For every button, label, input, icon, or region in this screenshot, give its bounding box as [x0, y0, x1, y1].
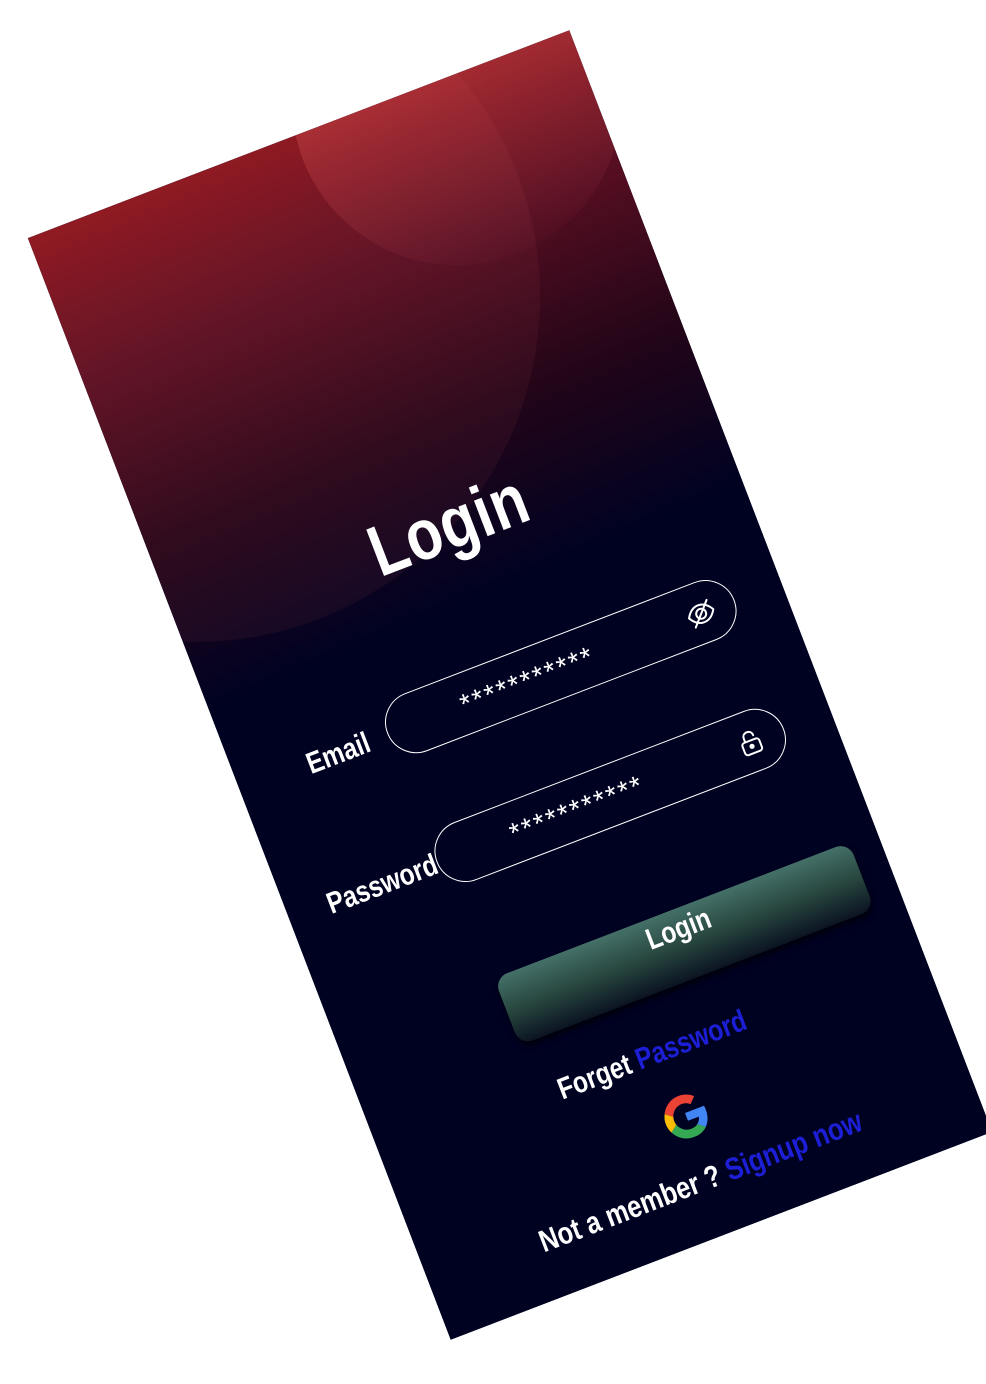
- screenshot-stage: Login Email Password: [0, 0, 986, 1384]
- login-screen: Login Email Password: [27, 30, 986, 1340]
- eye-off-icon[interactable]: [679, 592, 723, 636]
- lock-icon: [729, 721, 773, 765]
